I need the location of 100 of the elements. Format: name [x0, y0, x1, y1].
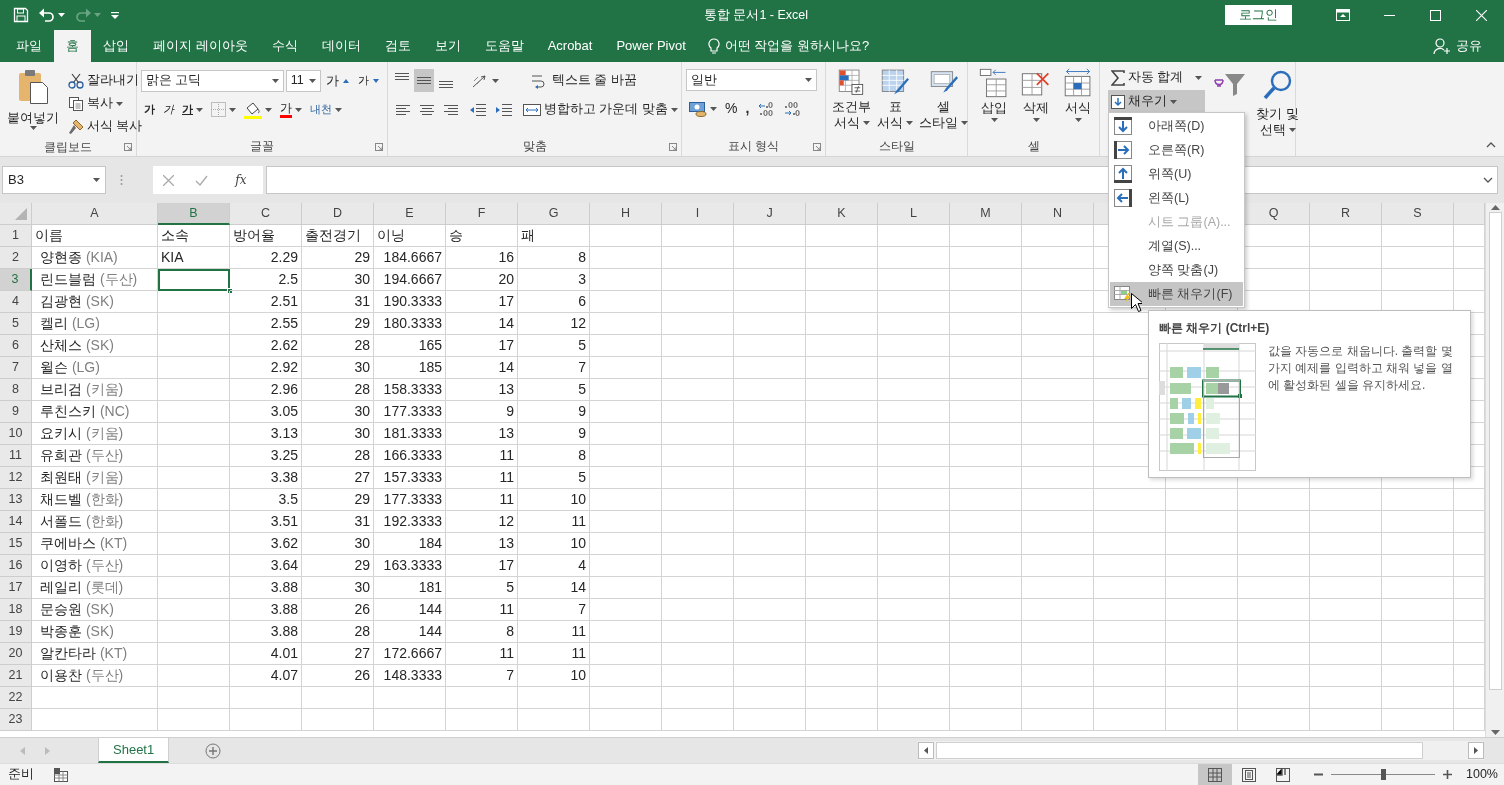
row-header[interactable]: 1	[0, 225, 32, 247]
row-header[interactable]: 21	[0, 665, 32, 687]
row-header[interactable]: 18	[0, 599, 32, 621]
row-header[interactable]: 6	[0, 335, 32, 357]
collapse-ribbon-icon[interactable]	[1486, 142, 1496, 148]
font-color-button[interactable]: 가	[277, 98, 305, 121]
column-header[interactable]: C	[230, 203, 302, 225]
row-header[interactable]: 5	[0, 313, 32, 335]
font-name-dropdown[interactable]: 맑은 고딕	[141, 69, 284, 92]
decrease-font-size-button[interactable]: 가	[355, 69, 383, 92]
ribbon-tab[interactable]: 파일	[4, 30, 54, 62]
dialog-launcher-icon[interactable]	[375, 143, 383, 151]
row-header[interactable]: 17	[0, 577, 32, 599]
column-header[interactable]: L	[878, 203, 950, 225]
zoom-slider-thumb[interactable]	[1381, 769, 1386, 780]
column-header[interactable]: B	[158, 203, 230, 225]
ribbon-tab[interactable]: 도움말	[472, 30, 536, 62]
row-header[interactable]: 2	[0, 247, 32, 269]
formula-input[interactable]	[266, 166, 1498, 194]
sheet-tab[interactable]: Sheet1	[98, 738, 170, 763]
zoom-level[interactable]: 100%	[1466, 765, 1498, 784]
find-select-button[interactable]: 찾기 및 선택	[1253, 66, 1302, 138]
ribbon-tab[interactable]: 수식	[259, 30, 310, 62]
number-format-dropdown[interactable]: 일반	[686, 69, 817, 91]
style-button[interactable]: 표 서식	[875, 66, 915, 136]
row-header[interactable]: 14	[0, 511, 32, 533]
name-box[interactable]: B3	[2, 166, 106, 194]
dialog-launcher-icon[interactable]	[124, 143, 132, 151]
fill-handle[interactable]	[227, 288, 233, 294]
font-size-dropdown[interactable]: 11	[285, 69, 321, 92]
column-header[interactable]: I	[662, 203, 734, 225]
ribbon-tab[interactable]: 홈	[54, 30, 91, 62]
row-header[interactable]: 22	[0, 687, 32, 709]
column-header[interactable]: K	[806, 203, 878, 225]
check-icon[interactable]	[195, 174, 209, 186]
column-header[interactable]: E	[374, 203, 446, 225]
row-header[interactable]: 9	[0, 401, 32, 423]
add-sheet-icon[interactable]	[205, 742, 222, 759]
row-header[interactable]: 11	[0, 445, 32, 467]
vertical-align-button[interactable]	[414, 69, 434, 92]
scroll-left-icon[interactable]	[918, 742, 934, 759]
zoom-slider[interactable]	[1331, 769, 1435, 780]
column-header[interactable]: J	[734, 203, 806, 225]
style-button[interactable]: 조건부 서식	[830, 66, 873, 136]
percent-button[interactable]: %	[722, 97, 741, 120]
merge-center-button[interactable]: 병합하고 가운데 맞춤	[520, 98, 681, 121]
dialog-launcher-icon[interactable]	[813, 143, 821, 151]
row-header[interactable]: 19	[0, 621, 32, 643]
scroll-up-icon[interactable]	[1490, 205, 1500, 210]
underline-button[interactable]: 가	[179, 98, 206, 121]
dialog-launcher-icon[interactable]	[669, 143, 677, 151]
row-header[interactable]: 3	[0, 269, 32, 291]
column-header[interactable]: M	[950, 203, 1022, 225]
row-header[interactable]: 4	[0, 291, 32, 313]
tell-me-search[interactable]: 어떤 작업을 원하시나요?	[701, 30, 876, 62]
row-header[interactable]: 15	[0, 533, 32, 555]
ribbon-tab[interactable]: 페이지 레이아웃	[141, 30, 260, 62]
sign-in-button[interactable]: 로그인	[1225, 4, 1292, 26]
comma-button[interactable]: ,	[742, 97, 753, 120]
scroll-right-icon[interactable]	[1468, 742, 1484, 759]
fill-button[interactable]: 채우기	[1108, 90, 1206, 113]
vertical-scrollbar-thumb[interactable]	[1488, 212, 1502, 690]
row-header[interactable]: 16	[0, 555, 32, 577]
column-header[interactable]: F	[446, 203, 518, 225]
view-button[interactable]	[1198, 763, 1232, 785]
column-header[interactable]: H	[590, 203, 662, 225]
menu-item[interactable]: 위쪽(U)	[1110, 162, 1243, 186]
ribbon-tab[interactable]: Acrobat	[535, 30, 605, 62]
paste-button[interactable]: 붙여넣기	[4, 66, 62, 138]
italic-button[interactable]: 가	[160, 98, 177, 121]
wrap-text-button[interactable]: 텍스트 줄 바꿈	[528, 69, 640, 92]
insert-cells-button[interactable]: 삽입	[976, 66, 1012, 136]
ribbon-tab[interactable]: 데이터	[309, 30, 373, 62]
increase-font-size-button[interactable]: 가	[323, 69, 353, 92]
active-cell[interactable]	[158, 269, 230, 291]
column-header[interactable]: G	[518, 203, 590, 225]
column-header[interactable]: D	[302, 203, 374, 225]
format-cells-button[interactable]: 서식	[1060, 66, 1096, 136]
style-button[interactable]: 셀 스타일	[917, 66, 970, 136]
ribbon-tab[interactable]: 보기	[422, 30, 473, 62]
column-header[interactable]: S	[1382, 203, 1454, 225]
row-header[interactable]: 12	[0, 467, 32, 489]
phonetic-guide-button[interactable]: 내천	[307, 98, 345, 121]
row-header[interactable]: 23	[0, 709, 32, 731]
ribbon-tab[interactable]: 검토	[372, 30, 423, 62]
row-header[interactable]: 10	[0, 423, 32, 445]
menu-item[interactable]: 빠른 채우기(F)	[1110, 282, 1243, 306]
row-header[interactable]: 13	[0, 489, 32, 511]
macro-record-icon[interactable]	[54, 767, 68, 782]
row-header[interactable]: 20	[0, 643, 32, 665]
row-header[interactable]: 8	[0, 379, 32, 401]
autosum-button[interactable]: 자동 합계	[1108, 66, 1206, 89]
column-header[interactable]: A	[32, 203, 158, 225]
expand-icon[interactable]	[1483, 177, 1493, 183]
share-button[interactable]: 공유	[1427, 30, 1488, 62]
delete-cells-button[interactable]: 삭제	[1018, 66, 1054, 136]
menu-item[interactable]: 계열(S)...	[1110, 234, 1243, 258]
menu-item[interactable]: 오른쪽(R)	[1110, 138, 1243, 162]
column-header[interactable]: R	[1310, 203, 1382, 225]
row-header[interactable]: 7	[0, 357, 32, 379]
